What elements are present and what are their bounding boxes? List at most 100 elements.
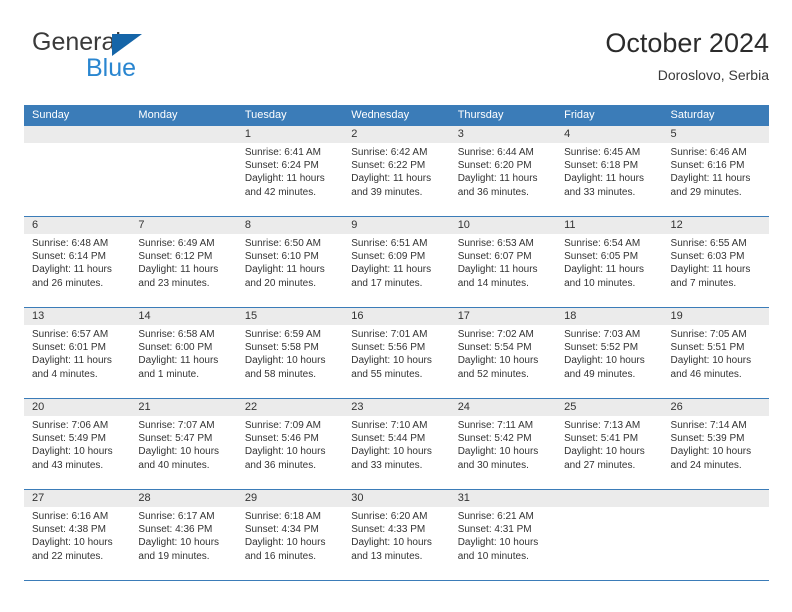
daylight-duration-line1: Daylight: 11 hours [457,173,538,185]
daylight-duration-line1: Daylight: 10 hours [457,355,539,367]
sunrise-time: Sunrise: 6:53 AM [457,238,534,249]
calendar-day-cell[interactable]: 8 Sunrise: 6:50 AM Sunset: 6:10 PM Daylight… [236,217,344,307]
sun-info: Sunrise: 7:06 AM Sunset: 5:49 PM Daylight:… [24,416,130,472]
day-number: 20 [24,399,131,416]
sunset-time: Sunset: 6:20 PM [457,160,532,172]
page-title: October 2024 [605,28,769,58]
sunset-time: Sunset: 6:18 PM [564,160,639,172]
calendar-day-cell[interactable]: 9 Sunrise: 6:51 AM Sunset: 6:09 PM Daylight… [343,217,450,307]
day-number [130,126,237,143]
day-number: 4 [556,126,663,143]
daylight-duration-line1: Daylight: 10 hours [244,537,326,549]
daylight-duration-line2: and 27 minutes. [564,459,636,471]
sunrise-time: Sunrise: 6:49 AM [138,238,215,249]
calendar-day-cell[interactable]: 10 Sunrise: 6:53 AM Sunset: 6:07 PM Dayligh… [449,217,557,307]
calendar-day-cell[interactable]: 22 Sunrise: 7:09 AM Sunset: 5:46 PM Dayligh… [236,399,344,489]
sunrise-time: Sunrise: 7:05 AM [670,329,747,340]
day-number [556,490,663,507]
day-number: 1 [236,126,344,143]
daylight-duration-line2: and 20 minutes. [244,277,317,289]
sunrise-time: Sunrise: 7:03 AM [564,329,641,340]
calendar-day-cell[interactable]: 19 Sunrise: 7:05 AM Sunset: 5:51 PM Dayligh… [662,308,769,398]
sunset-time: Sunset: 5:49 PM [32,433,106,445]
calendar-day-cell[interactable]: 12 Sunrise: 6:55 AM Sunset: 6:03 PM Dayligh… [662,217,769,307]
sunrise-time: Sunrise: 6:50 AM [244,238,321,249]
calendar-day-cell[interactable]: 27 Sunrise: 6:16 AM Sunset: 4:38 PM Dayligh… [24,490,131,580]
calendar-day-cell[interactable]: 18 Sunrise: 7:03 AM Sunset: 5:52 PM Dayligh… [556,308,663,398]
daylight-duration-line1: Daylight: 10 hours [32,537,113,549]
daylight-duration-line2: and 29 minutes. [670,186,742,198]
sun-info: Sunrise: 6:51 AM Sunset: 6:09 PM Daylight:… [343,234,449,290]
calendar-day-cell[interactable]: 20 Sunrise: 7:06 AM Sunset: 5:49 PM Dayligh… [24,399,131,489]
daylight-duration-line2: and 33 minutes. [564,186,636,198]
daylight-duration-line1: Daylight: 10 hours [351,355,432,367]
sun-info: Sunrise: 6:55 AM Sunset: 6:03 PM Daylight:… [663,234,769,290]
calendar-day-cell[interactable]: 11 Sunrise: 6:54 AM Sunset: 6:05 PM Dayligh… [556,217,663,307]
calendar-day-cell[interactable]: 21 Sunrise: 7:07 AM Sunset: 5:47 PM Dayligh… [130,399,237,489]
sun-info: Sunrise: 7:01 AM Sunset: 5:56 PM Daylight:… [343,325,449,381]
calendar-day-cell[interactable]: 28 Sunrise: 6:17 AM Sunset: 4:36 PM Dayligh… [130,490,237,580]
calendar-day-cell[interactable]: 4 Sunrise: 6:45 AM Sunset: 6:18 PM Daylight… [556,126,663,216]
sun-info: Sunrise: 7:13 AM Sunset: 5:41 PM Daylight:… [556,416,662,472]
calendar-day-cell[interactable]: 24 Sunrise: 7:11 AM Sunset: 5:42 PM Dayligh… [449,399,557,489]
day-number: 3 [449,126,557,143]
daylight-duration-line1: Daylight: 10 hours [244,355,326,367]
sunset-time: Sunset: 6:16 PM [670,160,745,172]
daylight-duration-line2: and 42 minutes. [244,186,317,198]
daylight-duration-line2: and 7 minutes. [670,277,737,289]
daylight-duration-line1: Daylight: 11 hours [138,355,219,367]
sunrise-time: Sunrise: 7:10 AM [351,420,428,431]
day-number: 27 [24,490,131,507]
day-number: 14 [130,308,237,325]
calendar-day-cell[interactable]: 14 Sunrise: 6:58 AM Sunset: 6:00 PM Dayligh… [130,308,237,398]
calendar-day-cell[interactable]: 1 Sunrise: 6:41 AM Sunset: 6:24 PM Daylight… [236,126,344,216]
daylight-duration-line1: Daylight: 11 hours [351,173,432,185]
daylight-duration-line2: and 46 minutes. [670,368,742,380]
sunrise-time: Sunrise: 6:20 AM [351,511,428,522]
calendar-day-cell[interactable]: 13 Sunrise: 6:57 AM Sunset: 6:01 PM Dayligh… [24,308,131,398]
calendar-body: 1 Sunrise: 6:41 AM Sunset: 6:24 PM Daylight… [24,126,769,581]
day-number: 28 [130,490,237,507]
daylight-duration-line1: Daylight: 11 hours [564,173,644,185]
calendar-day-cell[interactable]: 3 Sunrise: 6:44 AM Sunset: 6:20 PM Daylight… [449,126,557,216]
daylight-duration-line2: and 26 minutes. [32,277,104,289]
calendar-day-cell[interactable]: 16 Sunrise: 7:01 AM Sunset: 5:56 PM Dayligh… [343,308,450,398]
calendar-day-cell[interactable]: 15 Sunrise: 6:59 AM Sunset: 5:58 PM Dayligh… [236,308,344,398]
day-number: 15 [236,308,344,325]
calendar-day-cell[interactable]: 23 Sunrise: 7:10 AM Sunset: 5:44 PM Dayligh… [343,399,450,489]
calendar-day-cell[interactable]: 25 Sunrise: 7:13 AM Sunset: 5:41 PM Dayligh… [556,399,663,489]
daylight-duration-line1: Daylight: 11 hours [351,264,432,276]
sunrise-time: Sunrise: 7:09 AM [244,420,321,431]
calendar-day-cell[interactable]: 2 Sunrise: 6:42 AM Sunset: 6:22 PM Daylight… [343,126,450,216]
calendar-grid: Sunday Monday Tuesday Wednesday Thursday… [24,105,769,581]
sunrise-time: Sunrise: 6:18 AM [244,511,321,522]
daylight-duration-line2: and 58 minutes. [244,368,317,380]
calendar-day-cell[interactable]: 30 Sunrise: 6:20 AM Sunset: 4:33 PM Dayligh… [343,490,450,580]
sunrise-time: Sunrise: 6:51 AM [351,238,428,249]
sun-info: Sunrise: 6:21 AM Sunset: 4:31 PM Daylight:… [450,507,556,563]
sun-info: Sunrise: 6:42 AM Sunset: 6:22 PM Daylight:… [343,143,449,199]
calendar-day-cell[interactable]: 29 Sunrise: 6:18 AM Sunset: 4:34 PM Dayligh… [236,490,344,580]
sunrise-time: Sunrise: 6:55 AM [670,238,747,249]
sunset-time: Sunset: 6:00 PM [138,342,213,354]
daylight-duration-line2: and 36 minutes. [244,459,317,471]
daylight-duration-line2: and 1 minute. [138,368,200,380]
calendar-day-cell[interactable]: 17 Sunrise: 7:02 AM Sunset: 5:54 PM Dayligh… [449,308,557,398]
page-header: General Blue October 2024 Doroslovo, Ser… [24,26,769,98]
calendar-day-cell[interactable]: 7 Sunrise: 6:49 AM Sunset: 6:12 PM Daylight… [130,217,237,307]
calendar-day-cell[interactable]: 26 Sunrise: 7:14 AM Sunset: 5:39 PM Dayligh… [662,399,769,489]
day-number: 12 [662,217,769,234]
sunrise-time: Sunrise: 6:17 AM [138,511,215,522]
daylight-duration-line1: Daylight: 11 hours [138,264,219,276]
calendar-day-cell[interactable]: 31 Sunrise: 6:21 AM Sunset: 4:31 PM Dayligh… [449,490,557,580]
daylight-duration-line2: and 10 minutes. [564,277,636,289]
calendar-day-cell[interactable]: 6 Sunrise: 6:48 AM Sunset: 6:14 PM Daylight… [24,217,131,307]
sunset-time: Sunset: 4:31 PM [457,524,532,536]
sunrise-time: Sunrise: 7:11 AM [457,420,534,431]
daylight-duration-line1: Daylight: 10 hours [244,446,326,458]
sunset-time: Sunset: 6:01 PM [32,342,106,354]
calendar-day-cell[interactable]: 5 Sunrise: 6:46 AM Sunset: 6:16 PM Daylight… [662,126,769,216]
sunrise-time: Sunrise: 6:58 AM [138,329,215,340]
general-blue-logo[interactable]: General Blue [24,26,264,90]
calendar-day-empty [662,490,769,580]
